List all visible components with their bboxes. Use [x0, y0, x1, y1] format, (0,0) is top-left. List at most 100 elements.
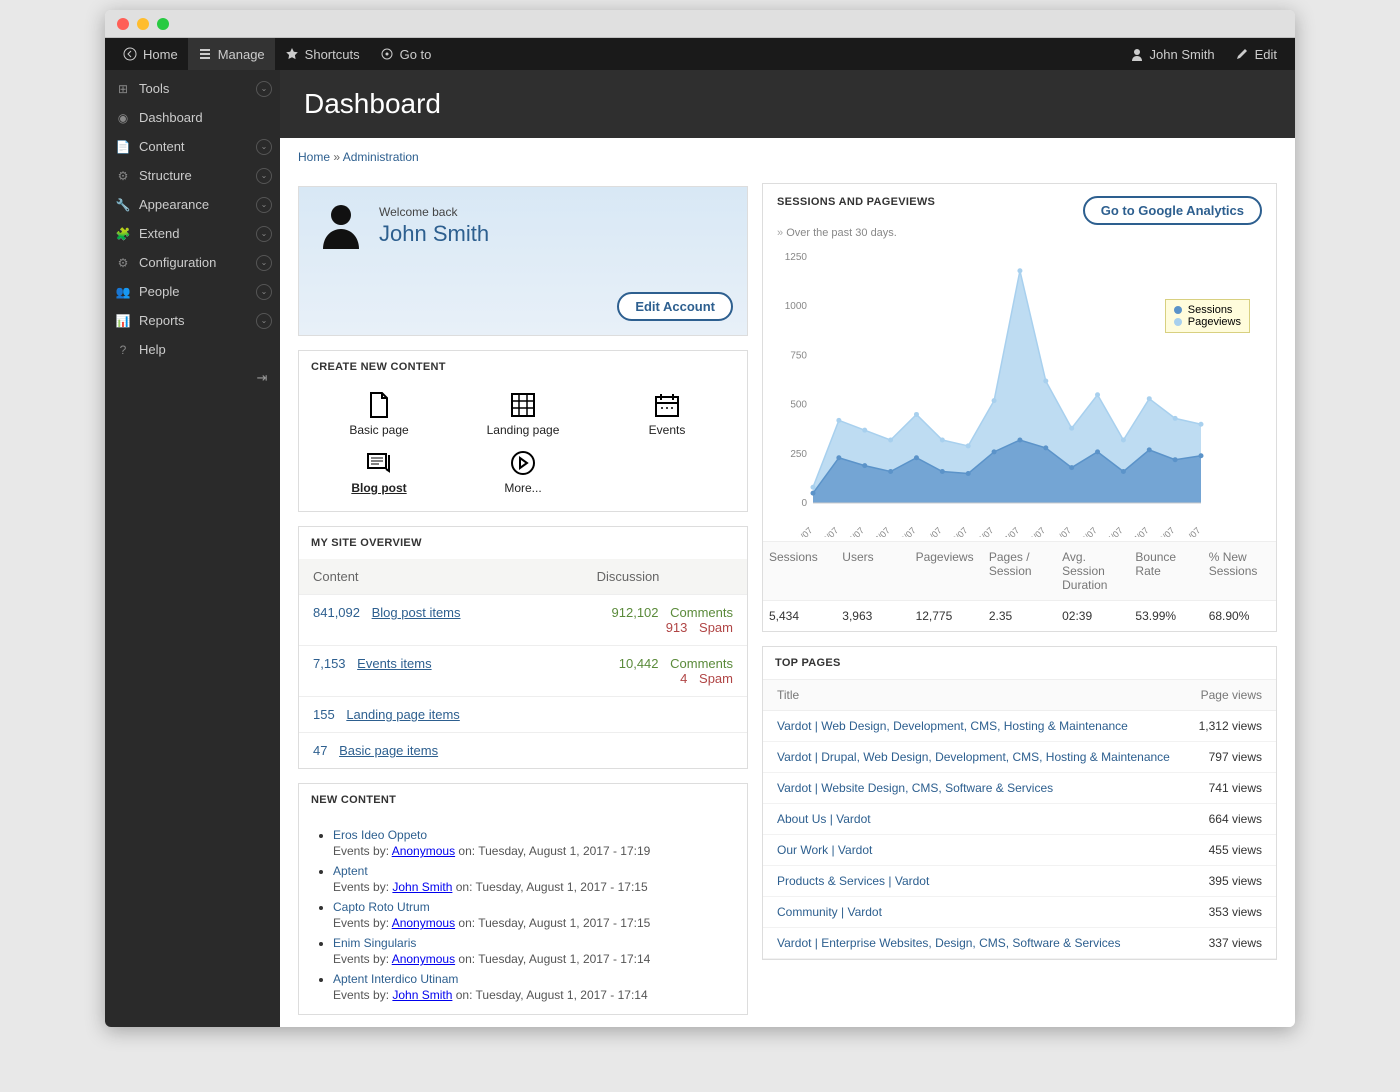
- chevron-down-icon: ⌄: [256, 284, 272, 300]
- new-content-link[interactable]: Aptent: [333, 864, 368, 878]
- top-page-row: Vardot | Enterprise Websites, Design, CM…: [763, 928, 1276, 959]
- welcome-name[interactable]: John Smith: [379, 221, 729, 247]
- sidebar-item-extend[interactable]: 🧩Extend⌄: [105, 219, 280, 248]
- stat-value: 12,775: [910, 601, 983, 631]
- top-page-link[interactable]: Vardot | Website Design, CMS, Software &…: [777, 781, 1053, 795]
- stat-header: % New Sessions: [1203, 542, 1276, 600]
- sidebar-icon: 📊: [115, 314, 131, 328]
- create-content-panel: CREATE NEW CONTENT Basic pageLanding pag…: [298, 350, 748, 512]
- new-content-link[interactable]: Eros Ideo Oppeto: [333, 828, 427, 842]
- go-to-analytics-button[interactable]: Go to Google Analytics: [1083, 196, 1262, 225]
- chevron-down-icon: ⌄: [256, 197, 272, 213]
- author-link[interactable]: John Smith: [392, 880, 452, 894]
- stat-value: 3,963: [836, 601, 909, 631]
- breadcrumb-home[interactable]: Home: [298, 150, 330, 164]
- sidebar-item-help[interactable]: ?Help: [105, 335, 280, 364]
- sidebar-item-configuration[interactable]: ⚙Configuration⌄: [105, 248, 280, 277]
- author-link[interactable]: John Smith: [392, 988, 452, 1002]
- breadcrumb-admin[interactable]: Administration: [343, 150, 419, 164]
- svg-text:23/07: 23/07: [1076, 525, 1099, 537]
- new-content-meta: Events by: Anonymous on: Tuesday, August…: [333, 952, 737, 966]
- svg-text:1000: 1000: [785, 301, 808, 312]
- topbar-home[interactable]: Home: [113, 38, 188, 70]
- new-content-item: Enim Singularis: [333, 936, 737, 950]
- stat-value: 5,434: [763, 601, 836, 631]
- top-page-views: 455 views: [1209, 843, 1262, 857]
- top-page-views: 664 views: [1209, 812, 1262, 826]
- top-page-link[interactable]: Vardot | Enterprise Websites, Design, CM…: [777, 936, 1120, 950]
- window-titlebar: [105, 10, 1295, 38]
- overview-link[interactable]: Basic page items: [339, 743, 438, 758]
- author-link[interactable]: Anonymous: [392, 952, 455, 966]
- new-content-link[interactable]: Enim Singularis: [333, 936, 416, 950]
- new-content-link[interactable]: Aptent Interdico Utinam: [333, 972, 458, 986]
- create-blog-post[interactable]: Blog post: [307, 445, 451, 499]
- top-page-link[interactable]: Our Work | Vardot: [777, 843, 872, 857]
- top-page-link[interactable]: Products & Services | Vardot: [777, 874, 929, 888]
- overview-link[interactable]: Events items: [357, 656, 431, 671]
- close-window-button[interactable]: [117, 18, 129, 30]
- analytics-subtitle: Over the past 30 days.: [763, 225, 1276, 239]
- chevron-down-icon: ⌄: [256, 139, 272, 155]
- stat-value: 02:39: [1056, 601, 1129, 631]
- sidebar-icon: 🧩: [115, 227, 131, 241]
- overview-row: 47 Basic page items: [299, 732, 747, 768]
- top-toolbar: Home Manage Shortcuts Go to John Smith: [105, 38, 1295, 70]
- create-basic-page[interactable]: Basic page: [307, 387, 451, 441]
- sidebar-item-structure[interactable]: ⚙Structure⌄: [105, 161, 280, 190]
- content-type-icon: [365, 449, 393, 477]
- create-landing-page[interactable]: Landing page: [451, 387, 595, 441]
- svg-text:03/07: 03/07: [817, 525, 840, 537]
- topbar-shortcuts[interactable]: Shortcuts: [275, 38, 370, 70]
- content-type-icon: [509, 391, 537, 419]
- create-events[interactable]: Events: [595, 387, 739, 441]
- svg-text:17/07: 17/07: [998, 525, 1021, 537]
- top-page-link[interactable]: Vardot | Web Design, Development, CMS, H…: [777, 719, 1128, 733]
- top-page-link[interactable]: Vardot | Drupal, Web Design, Development…: [777, 750, 1170, 764]
- welcome-greeting: Welcome back: [379, 205, 729, 219]
- chevron-down-icon: ⌄: [256, 168, 272, 184]
- create-item-label: More...: [504, 481, 541, 495]
- author-link[interactable]: Anonymous: [392, 916, 455, 930]
- svg-text:01/07: 01/07: [791, 525, 814, 537]
- top-page-link[interactable]: Community | Vardot: [777, 905, 882, 919]
- topbar-goto-label: Go to: [400, 47, 432, 62]
- sidebar-item-people[interactable]: 👥People⌄: [105, 277, 280, 306]
- svg-text:09/07: 09/07: [895, 525, 918, 537]
- top-page-link[interactable]: About Us | Vardot: [777, 812, 871, 826]
- pin-icon[interactable]: ⇥: [254, 370, 270, 386]
- top-page-row: Community | Vardot353 views: [763, 897, 1276, 928]
- new-content-panel: NEW CONTENT Eros Ideo OppetoEvents by: A…: [298, 783, 748, 1015]
- top-pages-col-views: Page views: [1201, 688, 1262, 702]
- sidebar-icon: ⚙: [115, 256, 131, 270]
- sidebar-item-reports[interactable]: 📊Reports⌄: [105, 306, 280, 335]
- sidebar-item-tools[interactable]: ⊞Tools⌄: [105, 74, 280, 103]
- avatar-icon: [317, 201, 365, 249]
- topbar-edit[interactable]: Edit: [1225, 38, 1287, 70]
- stat-header: Bounce Rate: [1129, 542, 1202, 600]
- new-content-meta: Events by: John Smith on: Tuesday, Augus…: [333, 880, 737, 894]
- sidebar-item-appearance[interactable]: 🔧Appearance⌄: [105, 190, 280, 219]
- topbar-goto[interactable]: Go to: [370, 38, 442, 70]
- menu-icon: [198, 47, 212, 61]
- create-more-[interactable]: More...: [451, 445, 595, 499]
- new-content-item: Eros Ideo Oppeto: [333, 828, 737, 842]
- stat-header: Users: [836, 542, 909, 600]
- analytics-title: SESSIONS AND PAGEVIEWS: [777, 196, 935, 208]
- page-title: Dashboard: [304, 88, 1271, 120]
- new-content-item: Aptent: [333, 864, 737, 878]
- topbar-user[interactable]: John Smith: [1120, 38, 1225, 70]
- overview-link[interactable]: Landing page items: [346, 707, 459, 722]
- sidebar-item-label: Help: [139, 342, 166, 357]
- new-content-link[interactable]: Capto Roto Utrum: [333, 900, 430, 914]
- sidebar-item-dashboard[interactable]: ◉Dashboard: [105, 103, 280, 132]
- maximize-window-button[interactable]: [157, 18, 169, 30]
- analytics-chart: 02505007501000125001/0703/0705/0707/0709…: [777, 247, 1207, 537]
- author-link[interactable]: Anonymous: [392, 844, 455, 858]
- analytics-panel: SESSIONS AND PAGEVIEWS Go to Google Anal…: [762, 183, 1277, 632]
- overview-link[interactable]: Blog post items: [372, 605, 461, 620]
- sidebar-item-content[interactable]: 📄Content⌄: [105, 132, 280, 161]
- topbar-manage[interactable]: Manage: [188, 38, 275, 70]
- minimize-window-button[interactable]: [137, 18, 149, 30]
- edit-account-button[interactable]: Edit Account: [617, 292, 733, 321]
